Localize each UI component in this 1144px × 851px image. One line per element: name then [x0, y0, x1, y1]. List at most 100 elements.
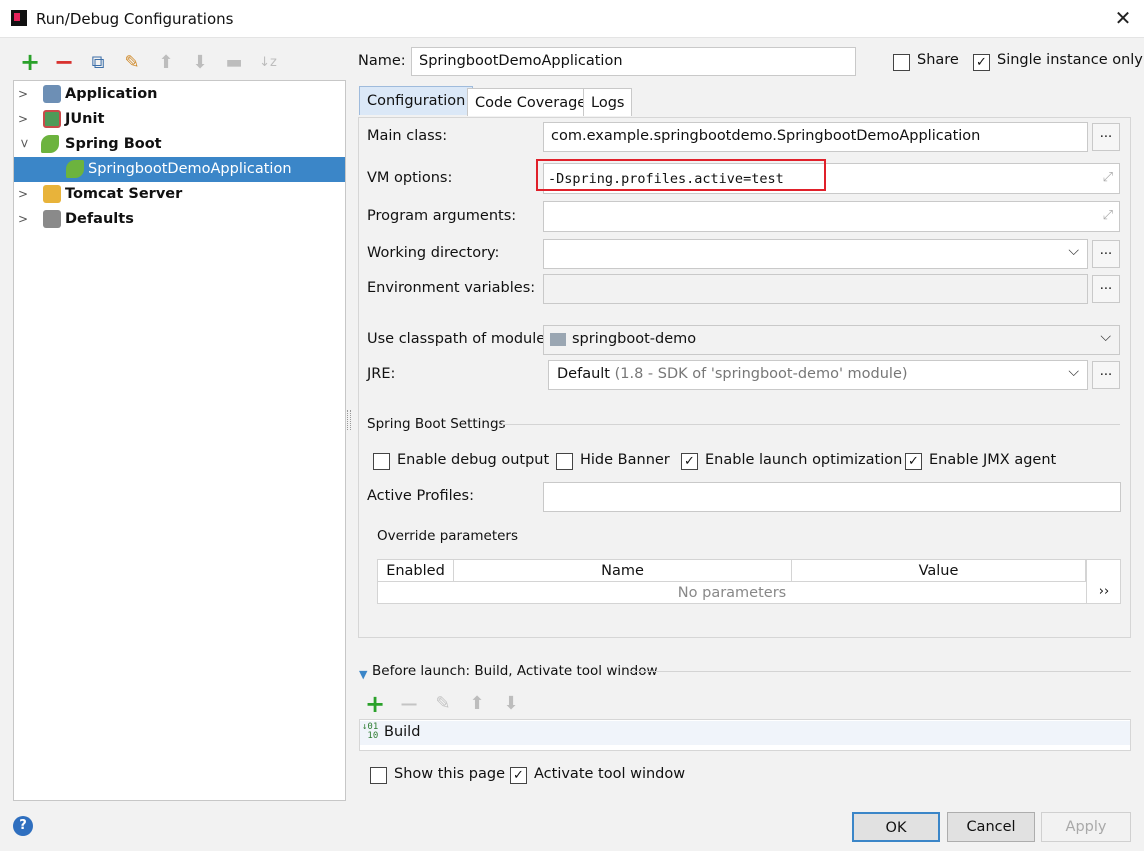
remove-icon[interactable]: −: [53, 50, 75, 74]
tree-item-label: SpringbootDemoApplication: [88, 161, 292, 177]
expand-icon[interactable]: ⤢: [1103, 170, 1113, 185]
build-label: Build: [384, 724, 421, 740]
vm-options-label: VM options:: [367, 170, 453, 186]
chevron-right-icon[interactable]: >: [18, 82, 30, 107]
jre-select[interactable]: Default (1.8 - SDK of 'springboot-demo' …: [548, 360, 1088, 390]
tree-item-tomcat-server[interactable]: > Tomcat Server: [14, 182, 345, 207]
highlight-box: [536, 159, 826, 191]
tab-code-coverage[interactable]: Code Coverage: [467, 88, 595, 116]
main-class-input[interactable]: com.example.springbootdemo.SpringbootDem…: [543, 122, 1088, 152]
jre-browse-button[interactable]: ...: [1092, 361, 1120, 389]
show-this-page-checkbox[interactable]: [370, 767, 387, 784]
title-bar: Run/Debug Configurations ✕: [0, 0, 1144, 38]
help-icon[interactable]: ?: [13, 816, 33, 836]
apply-button[interactable]: Apply: [1041, 812, 1131, 842]
configuration-tree: > Application > JUnit > Spring Boot Spri…: [13, 80, 346, 801]
tree-item-springboot-demo-application[interactable]: SpringbootDemoApplication: [14, 157, 345, 182]
move-down-icon[interactable]: ⬇: [189, 52, 211, 74]
tomcat-icon: [43, 185, 61, 203]
share-checkbox[interactable]: [893, 54, 910, 71]
chevron-down-icon[interactable]: ⌵: [1068, 243, 1079, 259]
window-title: Run/Debug Configurations: [36, 10, 234, 28]
cancel-button[interactable]: Cancel: [947, 812, 1035, 842]
move-up-icon[interactable]: ⬆: [466, 693, 488, 715]
close-icon[interactable]: ✕: [1112, 6, 1134, 30]
activate-tool-window-checkbox[interactable]: ✓: [510, 767, 527, 784]
share-label: Share: [917, 52, 959, 68]
working-directory-input[interactable]: ⌵: [543, 239, 1088, 269]
active-profiles-label: Active Profiles:: [367, 488, 474, 504]
column-header-enabled[interactable]: Enabled: [378, 560, 454, 582]
column-header-name[interactable]: Name: [454, 560, 792, 582]
override-parameters-table: Enabled Name Value No parameters ››: [377, 559, 1121, 604]
tree-item-defaults[interactable]: > Defaults: [14, 207, 345, 232]
jre-value: Default: [557, 366, 610, 382]
ok-button[interactable]: OK: [852, 812, 940, 842]
move-up-icon[interactable]: ⬆: [155, 52, 177, 74]
chevron-down-icon[interactable]: >: [12, 139, 37, 151]
single-instance-label: Single instance only: [997, 52, 1143, 68]
jre-detail: (1.8 - SDK of 'springboot-demo' module): [614, 366, 908, 382]
copy-icon[interactable]: ⧉: [87, 52, 109, 74]
splitter-handle[interactable]: [347, 410, 351, 430]
expand-icon[interactable]: ⤢: [1103, 208, 1113, 223]
active-profiles-input[interactable]: [543, 482, 1121, 512]
remove-icon[interactable]: −: [398, 692, 420, 716]
wrench-icon[interactable]: ✎: [121, 52, 143, 74]
program-arguments-input[interactable]: ⤢: [543, 201, 1120, 232]
tree-item-label: Tomcat Server: [65, 186, 183, 202]
chevron-right-icon[interactable]: >: [18, 207, 30, 232]
edit-pencil-icon[interactable]: ✎: [432, 693, 454, 715]
name-value: SpringbootDemoApplication: [419, 53, 623, 69]
tree-item-spring-boot[interactable]: > Spring Boot: [14, 132, 345, 157]
before-launch-heading: Before launch: Build, Activate tool wind…: [372, 663, 658, 679]
collapse-triangle-icon[interactable]: ▼: [359, 668, 367, 681]
chevron-right-icon[interactable]: >: [18, 182, 30, 207]
classpath-module-label: Use classpath of module:: [367, 331, 551, 347]
hide-banner-checkbox[interactable]: [556, 453, 573, 470]
folder-icon[interactable]: ▬: [223, 52, 245, 74]
add-icon[interactable]: +: [19, 50, 41, 74]
empty-table-text: No parameters: [677, 585, 787, 601]
jre-label: JRE:: [367, 366, 396, 382]
list-item[interactable]: ↓01 10 Build: [360, 721, 1130, 745]
chevron-right-icon[interactable]: >: [18, 107, 30, 132]
application-icon: [43, 85, 61, 103]
enable-jmx-agent-label: Enable JMX agent: [929, 452, 1057, 468]
add-icon[interactable]: +: [364, 692, 386, 716]
name-label: Name:: [358, 53, 406, 69]
activate-tool-window-label: Activate tool window: [534, 766, 686, 782]
tree-item-label: JUnit: [65, 111, 105, 127]
working-directory-label: Working directory:: [367, 245, 500, 261]
sort-icon[interactable]: ↓z: [257, 52, 279, 74]
tree-item-junit[interactable]: > JUnit: [14, 107, 345, 132]
tab-configuration[interactable]: Configuration: [359, 86, 474, 115]
module-folder-icon: [550, 333, 566, 346]
main-class-value: com.example.springbootdemo.SpringbootDem…: [551, 128, 981, 144]
tab-logs[interactable]: Logs: [583, 88, 633, 116]
main-class-browse-button[interactable]: ...: [1092, 123, 1120, 151]
more-icon[interactable]: ››: [1090, 584, 1118, 599]
classpath-module-select[interactable]: springboot-demo ⌵: [543, 325, 1120, 355]
override-parameters-heading: Override parameters: [377, 528, 519, 544]
enable-launch-optimization-checkbox[interactable]: ✓: [681, 453, 698, 470]
environment-variables-input[interactable]: [543, 274, 1088, 304]
tree-item-label: Defaults: [65, 211, 134, 227]
enable-jmx-agent-checkbox[interactable]: ✓: [905, 453, 922, 470]
column-header-value[interactable]: Value: [792, 560, 1086, 582]
chevron-down-icon[interactable]: ⌵: [1068, 364, 1079, 380]
chevron-down-icon[interactable]: ⌵: [1100, 329, 1111, 345]
spring-boot-icon: [66, 160, 84, 178]
spring-boot-settings-heading: Spring Boot Settings: [367, 416, 506, 432]
tree-item-label: Spring Boot: [65, 136, 162, 152]
program-arguments-label: Program arguments:: [367, 208, 517, 224]
spring-boot-icon: [41, 135, 59, 153]
name-input[interactable]: SpringbootDemoApplication: [411, 47, 856, 76]
move-down-icon[interactable]: ⬇: [500, 693, 522, 715]
tree-item-application[interactable]: > Application: [14, 82, 345, 107]
single-instance-checkbox[interactable]: ✓: [973, 54, 990, 71]
environment-variables-browse-button[interactable]: ...: [1092, 275, 1120, 303]
enable-debug-output-checkbox[interactable]: [373, 453, 390, 470]
working-directory-browse-button[interactable]: ...: [1092, 240, 1120, 268]
enable-debug-output-label: Enable debug output: [397, 452, 550, 468]
